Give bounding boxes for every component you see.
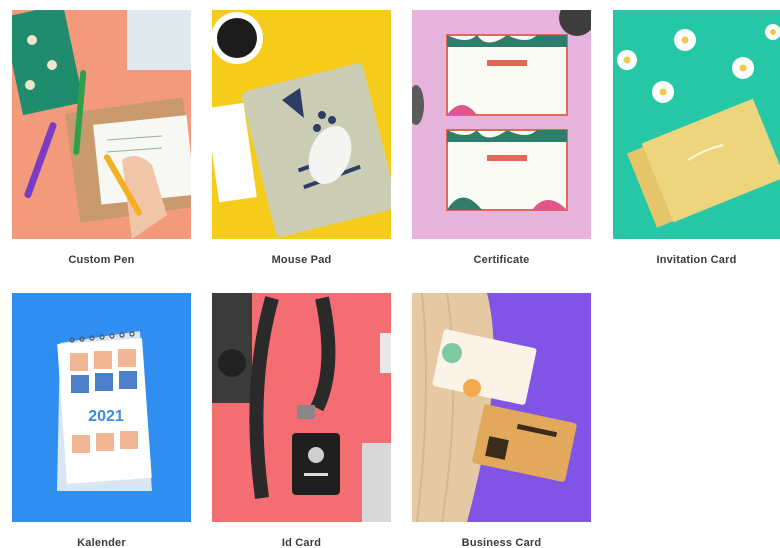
product-label[interactable]: Invitation Card (613, 254, 780, 266)
product-label[interactable]: Id Card (212, 537, 391, 548)
product-image-invitation-card[interactable] (613, 10, 780, 239)
product-card-kalender[interactable]: 2021 Kalender (12, 293, 191, 548)
product-card-invitation-card[interactable]: Invitation Card (613, 10, 780, 266)
product-card-custom-pen[interactable]: Custom Pen (12, 10, 191, 266)
product-label[interactable]: Certificate (412, 254, 591, 266)
product-grid: Custom Pen Mouse Pad Certificate Invitat… (0, 0, 780, 548)
product-image-id-card[interactable] (212, 293, 391, 522)
product-label[interactable]: Custom Pen (12, 254, 191, 266)
product-image-business-card[interactable] (412, 293, 591, 522)
product-card-id-card[interactable]: Id Card (212, 293, 391, 548)
product-label[interactable]: Business Card (412, 537, 591, 548)
product-label[interactable]: Mouse Pad (212, 254, 391, 266)
product-card-certificate[interactable]: Certificate (412, 10, 591, 266)
product-card-mouse-pad[interactable]: Mouse Pad (212, 10, 391, 266)
calendar-year-text: 2021 (88, 408, 124, 425)
product-image-mouse-pad[interactable] (212, 10, 391, 239)
product-card-business-card[interactable]: Business Card (412, 293, 591, 548)
product-image-kalender[interactable]: 2021 (12, 293, 191, 522)
product-image-custom-pen[interactable] (12, 10, 191, 239)
product-label[interactable]: Kalender (12, 537, 191, 548)
product-image-certificate[interactable] (412, 10, 591, 239)
